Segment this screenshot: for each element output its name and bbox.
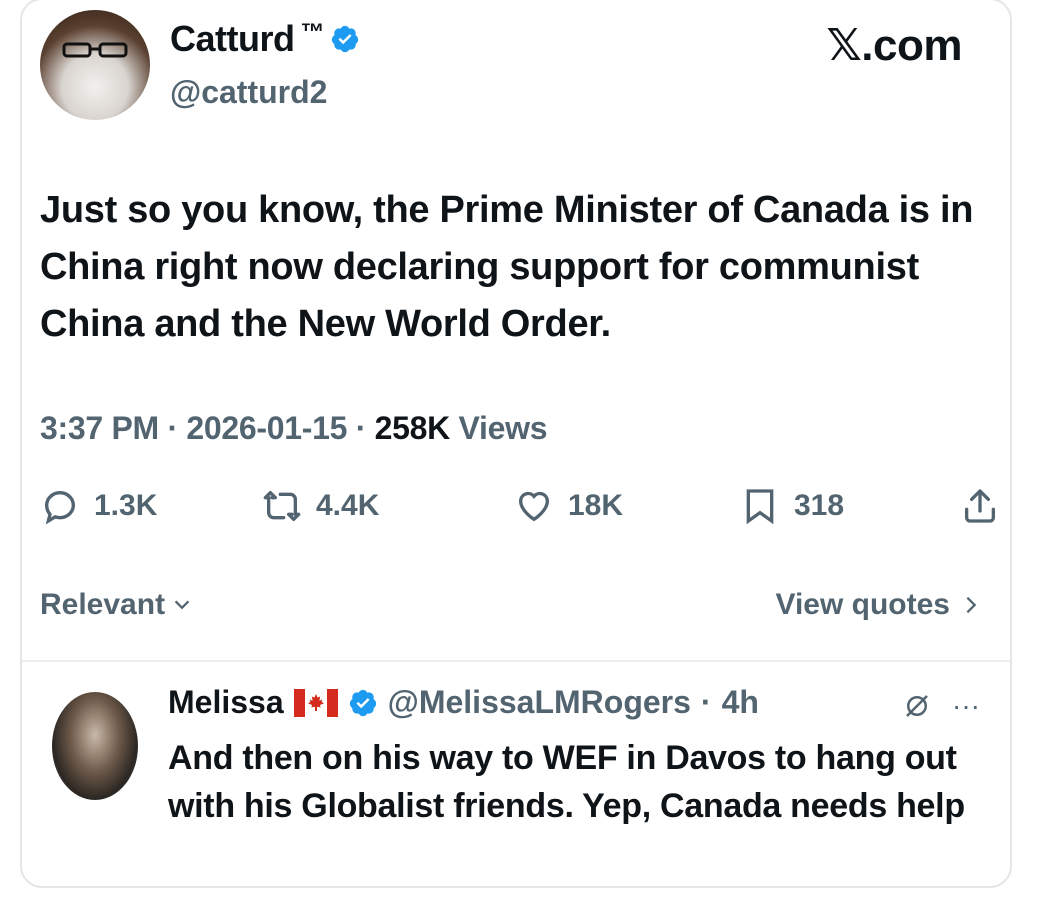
reply-author-name[interactable]: Melissa xyxy=(168,684,284,721)
reply-separator: · xyxy=(700,684,712,720)
chevron-down-icon xyxy=(174,600,190,610)
grok-icon[interactable] xyxy=(902,691,932,721)
author-trademark: ™ xyxy=(300,19,325,46)
bookmark-icon xyxy=(746,489,774,525)
tweet-text: Just so you know, the Prime Minister of … xyxy=(40,189,974,345)
sort-dropdown[interactable]: Relevant xyxy=(40,588,193,622)
reply-button[interactable]: 1.3K xyxy=(40,486,157,526)
reply-header: Melissa @MelissaLMRogers · 4h xyxy=(168,684,759,721)
meta-separator: · xyxy=(167,410,178,446)
author-avatar[interactable] xyxy=(40,10,150,120)
bookmark-button[interactable]: 318 xyxy=(740,486,844,526)
view-quotes-link[interactable]: View quotes xyxy=(776,588,983,622)
reply-author-handle[interactable]: @MelissaLMRogers xyxy=(388,684,691,721)
tweet-date[interactable]: 2026-01-15 xyxy=(186,410,347,446)
sort-label: Relevant xyxy=(40,588,166,621)
repost-count: 4.4K xyxy=(316,489,380,522)
author-name[interactable]: Catturd xyxy=(170,18,295,60)
tweet-card: Catturd ™ @catturd2 𝕏.com Just so you kn… xyxy=(20,0,1012,888)
verified-badge-icon xyxy=(349,689,376,716)
more-options-icon[interactable]: ··· xyxy=(952,690,980,722)
reply-icons: ··· xyxy=(902,690,980,722)
share-icon xyxy=(965,489,995,523)
author-handle[interactable]: @catturd2 xyxy=(170,74,327,111)
bookmark-count: 318 xyxy=(794,489,845,522)
views-label: Views xyxy=(458,410,548,446)
tweet-time[interactable]: 3:37 PM xyxy=(40,410,159,446)
like-count: 18K xyxy=(568,489,624,522)
reply-icon xyxy=(44,490,76,525)
divider xyxy=(22,660,1010,662)
view-quotes-label: View quotes xyxy=(775,588,951,621)
repost-button[interactable]: 4.4K xyxy=(262,486,379,526)
share-button[interactable] xyxy=(960,486,1000,526)
chevron-right-icon xyxy=(966,596,977,614)
reply-text: And then on his way to WEF in Davos to h… xyxy=(168,739,965,825)
author-name-row[interactable]: Catturd ™ xyxy=(170,18,360,60)
glasses-icon xyxy=(62,42,128,58)
reply-author-avatar[interactable] xyxy=(52,692,138,800)
like-button[interactable]: 18K xyxy=(514,486,623,526)
views-count: 258K xyxy=(374,410,451,446)
tweet-meta: 3:37 PM · 2026-01-15 · 258K Views xyxy=(40,410,548,447)
repost-icon xyxy=(263,491,301,521)
verified-badge-icon xyxy=(331,25,359,53)
meta-separator: · xyxy=(355,410,367,446)
x-watermark: 𝕏.com xyxy=(826,21,962,70)
action-bar: 1.3K 4.4K 18K 318 xyxy=(40,486,1000,536)
reply-age[interactable]: 4h xyxy=(722,684,759,721)
canada-flag-icon xyxy=(293,688,338,717)
heart-icon xyxy=(518,491,550,522)
reply-count: 1.3K xyxy=(94,489,158,522)
